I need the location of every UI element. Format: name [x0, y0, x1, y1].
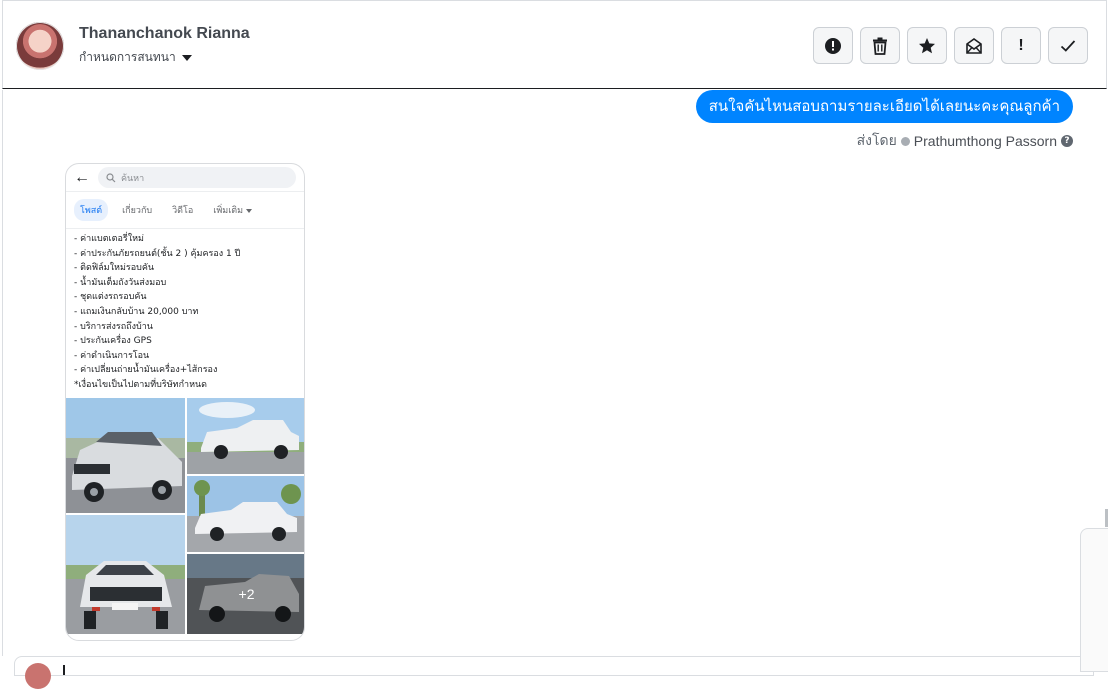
screenshot-search-field: ค้นหา — [98, 167, 296, 188]
check-icon — [1060, 39, 1076, 52]
incoming-image-attachment[interactable]: ← ค้นหา โพสต์ เกี่ยวกับ วิดีโอ เพิ่มเติม… — [65, 163, 305, 641]
agent-avatar — [25, 663, 51, 689]
delete-button[interactable] — [860, 27, 900, 64]
car-photo — [187, 476, 304, 552]
more-photos-count: +2 — [238, 586, 255, 602]
star-button[interactable] — [907, 27, 947, 64]
screenshot-tab-videos: วิดีโอ — [172, 206, 194, 216]
side-panel-edge[interactable] — [1080, 528, 1108, 672]
assign-conversation-dropdown[interactable]: กำหนดการสนทนา — [79, 48, 192, 67]
post-text-line: - ค่าประกันภัยรถยนต์(ชั้น 2 ) คุ้มครอง 1… — [74, 248, 241, 259]
post-text-line: - ชุดแต่งรถรอบคัน — [74, 292, 147, 303]
screenshot-tabs: โพสต์ เกี่ยวกับ วิดีโอ เพิ่มเติม — [66, 191, 304, 229]
follow-up-button[interactable]: ! — [1001, 27, 1041, 64]
post-text-line: - ค่าแบตเตอรี่ใหม่ — [74, 234, 144, 244]
mark-done-button[interactable] — [1048, 27, 1088, 64]
post-text-line: - น้ำมันเต็มถังวันส่งมอบ — [74, 277, 167, 288]
alert-circle-icon — [825, 37, 841, 54]
report-spam-button[interactable] — [813, 27, 853, 64]
exclamation-icon: ! — [1018, 36, 1024, 54]
agent-name: Prathumthong Passorn — [913, 133, 1057, 149]
car-photo — [187, 398, 304, 474]
caret-down-icon — [181, 54, 192, 61]
mark-unread-button[interactable] — [954, 27, 994, 64]
text-cursor — [63, 665, 65, 675]
post-text-line: - แถมเงินกลับบ้าน 20,000 บาท — [74, 306, 199, 317]
post-text-line: - ค่าเปลี่ยนถ่ายน้ำมันเครื่อง+ไส้กรอง — [74, 365, 218, 376]
sent-by-label: ส่งโดย — [856, 133, 897, 149]
search-icon — [106, 172, 116, 182]
car-photo: +2 — [187, 554, 304, 634]
screenshot-post-text: - ค่าแบตเตอรี่ใหม่ - ค่าประกันภัยรถยนต์(… — [66, 229, 304, 393]
star-icon — [919, 37, 935, 53]
post-text-line: - ค่าดำเนินการโอน — [74, 350, 150, 361]
sent-by-info: ส่งโดย Prathumthong Passorn ? — [857, 130, 1073, 152]
screenshot-search-bar: ← ค้นหา — [66, 164, 304, 191]
post-text-line: *เงื่อนไขเป็นไปตามที่บริษัทกำหนด — [74, 379, 207, 390]
contact-avatar[interactable] — [16, 22, 64, 70]
outgoing-message-bubble[interactable]: สนใจคันไหนสอบถามรายละเอียดได้เลยนะคะคุณล… — [695, 90, 1073, 123]
car-photo — [66, 515, 185, 634]
screenshot-search-placeholder: ค้นหา — [121, 173, 145, 184]
post-text-line: - ติดฟิล์มใหม่รอบคัน — [74, 263, 155, 274]
conversation-header: Thananchanok Rianna กำหนดการสนทนา ! — [2, 0, 1107, 89]
car-photo — [66, 398, 185, 513]
post-text-line: - ประกันเครื่อง GPS — [74, 336, 152, 347]
screenshot-photo-grid: +2 — [66, 398, 304, 640]
message-thread[interactable]: สนใจคันไหนสอบถามรายละเอียดได้เลยนะคะคุณล… — [2, 90, 1107, 656]
envelope-icon — [966, 37, 982, 54]
help-icon[interactable]: ? — [1061, 135, 1073, 147]
screenshot-tab-about: เกี่ยวกับ — [122, 206, 153, 216]
post-text-line: - บริการส่งรถถึงบ้าน — [74, 321, 153, 332]
screenshot-tab-more-label: เพิ่มเติม — [213, 206, 244, 216]
more-photos-overlay: +2 — [187, 554, 304, 634]
back-arrow-icon: ← — [74, 168, 90, 186]
conversation-toolbar: ! — [813, 27, 1088, 64]
trash-icon — [873, 37, 887, 55]
contact-name[interactable]: Thananchanok Rianna — [79, 25, 250, 43]
screenshot-tab-more: เพิ่มเติม — [207, 199, 258, 221]
assign-conversation-label: กำหนดการสนทนา — [79, 50, 176, 64]
reply-composer[interactable] — [14, 656, 1094, 689]
verified-dot-icon — [900, 136, 910, 146]
caret-down-icon — [246, 208, 253, 213]
screenshot-tab-posts: โพสต์ — [74, 199, 109, 221]
